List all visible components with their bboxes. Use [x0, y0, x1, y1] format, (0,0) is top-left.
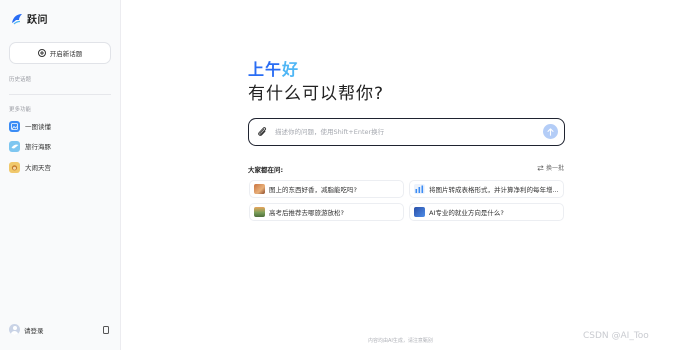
login-label: 请登录: [24, 326, 44, 335]
suggestion-card[interactable]: 图上的东西好香，减脂能吃吗?: [249, 180, 404, 198]
sidebar-item-label: 大闹天宫: [25, 164, 51, 172]
sidebar: 跃问 开启新话题 历史话题 更多功能 一图读懂 旅行海豚 大闹天宫 请登录: [0, 0, 121, 350]
suggestion-text: 将图片转成表格形式，并计算净利的每年增...: [429, 186, 559, 194]
suggestion-text: 高考后推荐去哪旅游放松?: [269, 209, 344, 217]
dolphin-icon: [9, 140, 20, 152]
sidebar-item-travel-dolphin[interactable]: 旅行海豚: [9, 139, 51, 153]
sidebar-item-image-reader[interactable]: 一图读懂: [9, 119, 51, 133]
new-topic-label: 开启新话题: [49, 50, 83, 58]
suggestion-card[interactable]: 将图片转成表格形式，并计算净利的每年增...: [409, 180, 564, 198]
ai-thumb-icon: [414, 207, 425, 217]
login-button[interactable]: 请登录: [9, 324, 44, 335]
sidebar-divider: [9, 94, 111, 95]
chart-thumb-icon: [414, 184, 425, 194]
arrow-up-icon: [547, 127, 554, 136]
suggestion-text: AI专业的就业方向是什么?: [429, 209, 504, 217]
refresh-suggestions-button[interactable]: 换一批: [537, 163, 564, 172]
greeting: 上午好: [248, 56, 299, 80]
watermark: CSDN @AI_Too: [583, 331, 649, 341]
suggestions-heading: 大家都在问:: [248, 166, 284, 174]
chat-input[interactable]: [275, 125, 535, 139]
new-topic-button[interactable]: 开启新话题: [9, 42, 111, 64]
suggestion-card[interactable]: AI专业的就业方向是什么?: [409, 203, 564, 221]
refresh-label: 换一批: [546, 165, 565, 172]
plus-circle-icon: [37, 49, 46, 57]
attachment-icon[interactable]: [257, 126, 267, 138]
image-doc-icon: [9, 120, 20, 132]
more-features-label: 更多功能: [9, 107, 32, 113]
landscape-thumb-icon: [254, 207, 265, 217]
app-name: 跃问: [27, 15, 48, 26]
chat-input-box[interactable]: [248, 118, 565, 146]
ai-disclaimer: 内容均由AI生成，请注意甄别: [368, 338, 433, 344]
sidebar-item-label: 旅行海豚: [25, 143, 51, 151]
yuewen-logo-icon: [12, 13, 22, 24]
avatar: [9, 324, 20, 335]
monkey-king-icon: [9, 161, 20, 173]
swap-icon: [537, 164, 544, 171]
mobile-app-icon[interactable]: [103, 326, 109, 334]
send-button[interactable]: [543, 124, 558, 139]
sidebar-item-label: 一图读懂: [25, 123, 51, 131]
history-section-label: 历史话题: [9, 77, 32, 83]
food-thumb-icon: [254, 184, 265, 194]
page-title: 有什么可以帮你?: [248, 84, 385, 104]
suggestion-card[interactable]: 高考后推荐去哪旅游放松?: [249, 203, 404, 221]
greeting-time: 上午: [248, 60, 283, 79]
greeting-suffix: 好: [282, 60, 300, 79]
app-logo[interactable]: 跃问: [11, 11, 48, 26]
suggestion-text: 图上的东西好香，减脂能吃吗?: [269, 186, 357, 194]
sidebar-item-havoc-heaven[interactable]: 大闹天宫: [9, 160, 51, 174]
